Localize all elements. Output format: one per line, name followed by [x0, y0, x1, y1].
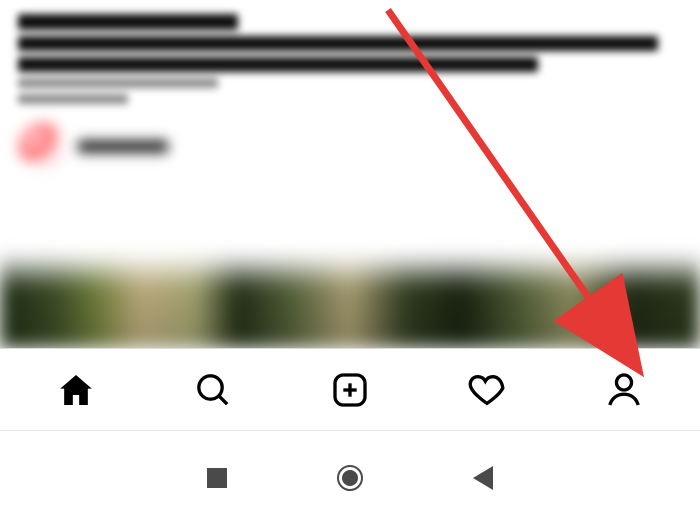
post-caption-block — [0, 0, 700, 170]
home-tab[interactable] — [46, 360, 106, 420]
search-tab[interactable] — [183, 360, 243, 420]
recents-button[interactable] — [207, 468, 227, 488]
circle-icon-inner — [342, 470, 358, 486]
home-icon — [56, 370, 96, 410]
next-post-header — [18, 122, 682, 170]
feed-area — [0, 0, 700, 348]
caption-line — [18, 36, 658, 51]
heart-icon — [467, 370, 507, 410]
caption-line — [18, 14, 238, 30]
activity-tab[interactable] — [457, 360, 517, 420]
app-tab-bar — [0, 348, 700, 430]
system-nav-bar — [0, 454, 700, 502]
plus-square-icon — [330, 370, 370, 410]
avatar — [18, 122, 66, 170]
profile-tab[interactable] — [594, 360, 654, 420]
divider — [0, 430, 700, 431]
person-icon — [604, 370, 644, 410]
search-icon — [193, 370, 233, 410]
post-image-blurred — [0, 256, 700, 348]
square-icon — [207, 468, 227, 488]
back-button[interactable] — [473, 466, 493, 490]
caption-line — [18, 57, 538, 72]
meta-line — [18, 94, 128, 104]
triangle-left-icon — [473, 466, 493, 490]
screenshot-root — [0, 0, 700, 519]
username — [78, 140, 168, 153]
home-button[interactable] — [337, 465, 363, 491]
create-tab[interactable] — [320, 360, 380, 420]
meta-line — [18, 78, 218, 88]
circle-icon — [337, 465, 363, 491]
